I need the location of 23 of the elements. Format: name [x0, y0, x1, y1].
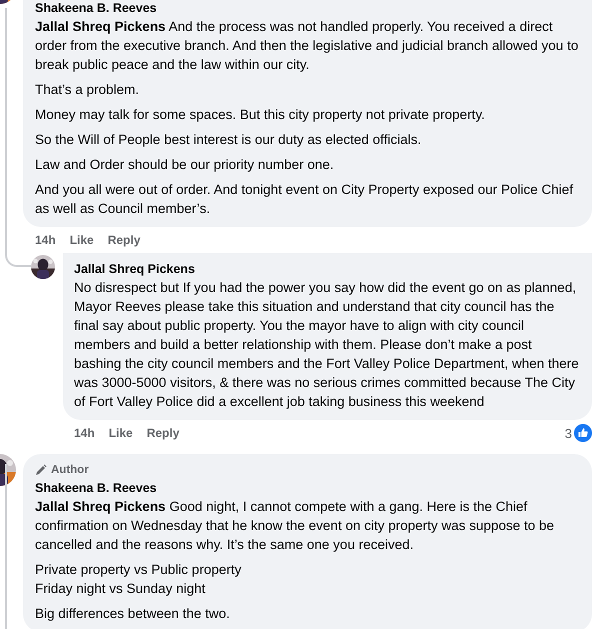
comment-text: Jallal Shreq Pickens And the process was not handled properly. You received a direct order from the executive branch. And then the legislative and judicial branch allowed you to break public peace and the law within our city.: [35, 18, 580, 74]
pencil-icon: [35, 464, 47, 476]
like-link[interactable]: Like: [70, 233, 94, 247]
comment-text: Law and Order should be our priority number one.: [35, 156, 335, 174]
thumbs-up-icon: [574, 424, 592, 442]
comment-text: Private property vs Public property Friday night vs Sunday night: [35, 561, 242, 598]
reaction-count[interactable]: 3: [564, 426, 572, 440]
comment-text: That’s a problem.: [35, 81, 140, 99]
commenter-name[interactable]: Shakeena B. Reeves: [35, 0, 580, 17]
comment-text: Jallal Shreq Pickens Good night, I cannot compete with a gang. Here is the Chief confirmation on Wednesday that he know the event on city property was suppose to be cancelled and the reasons why. It’s the same one you received.: [35, 498, 556, 554]
commenter-name[interactable]: Jallal Shreq Pickens: [74, 261, 580, 278]
timestamp-link[interactable]: 14h: [35, 233, 56, 247]
timestamp-link[interactable]: 14h: [74, 426, 95, 440]
author-label: Author: [51, 463, 89, 478]
comment-text: And you all were out of order. And tonight event on City Property exposed our Police Chief as well as Council member’s.: [35, 181, 574, 218]
comment-text: Money may talk for some spaces. But this city property not private property.: [35, 106, 486, 124]
reply-link[interactable]: Reply: [146, 426, 180, 440]
commenter-name[interactable]: Shakeena B. Reeves: [35, 480, 580, 497]
comment-text: So the Will of People best interest is our duty as elected officials.: [35, 131, 422, 149]
comment-text: No disrespect but If you had the power you say how did the event go on as planned, Mayor Reeves please take this situation and understand that city council has the final say about public property. You the mayor have to align with city council members and build a better relationship with them. Please don’t make a post bashing the city council members and the Fort Valley Police Department, when there was 3000-5000 visitors, & there was no serious crimes committed because The City of Fort Valley Police did a excellent job taking business this weekend: [74, 279, 580, 411]
comment-text: Big differences between the two.: [35, 605, 231, 623]
like-link[interactable]: Like: [108, 426, 133, 440]
reply-link[interactable]: Reply: [108, 233, 140, 247]
